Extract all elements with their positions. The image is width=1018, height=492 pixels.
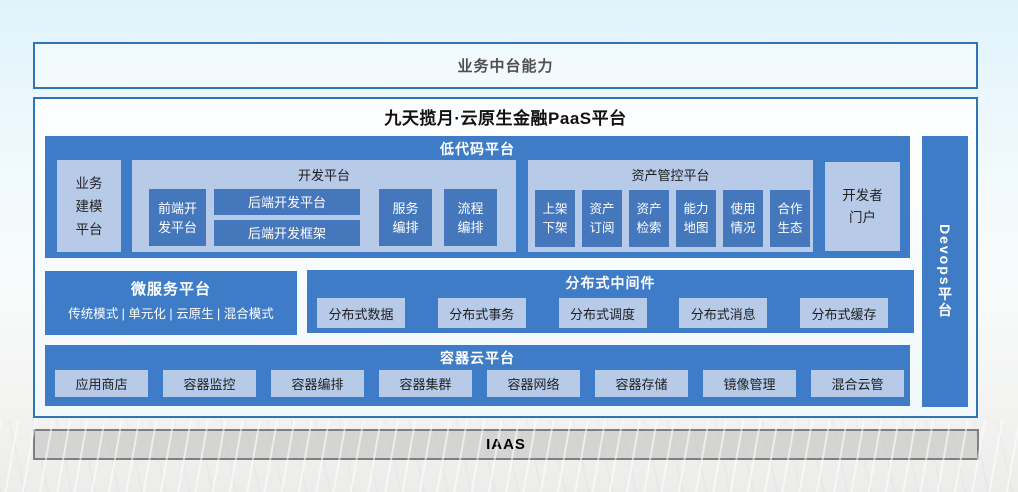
container-cloud-title: 容器云平台: [45, 345, 910, 368]
asset-item-ecosystem: 合作 生态: [770, 190, 810, 247]
iaas-label: IAAS: [486, 436, 526, 453]
asset-platform-group: 资产管控平台 上架 下架 资产 订阅 资产 检索 能力 地图 使用 情况 合作 …: [528, 160, 813, 252]
asset-item-row: 上架 下架 资产 订阅 资产 检索 能力 地图 使用 情况 合作 生态: [535, 190, 810, 247]
page-background: 业务中台能力 九天揽月·云原生金融PaaS平台 低代码平台 业务 建模 平台 开…: [0, 0, 1018, 492]
middleware-item-row: 分布式数据 分布式事务 分布式调度 分布式消息 分布式缓存: [317, 298, 888, 328]
asset-item-search: 资产 检索: [629, 190, 669, 247]
middleware-item-cache: 分布式缓存: [800, 298, 888, 328]
asset-item-subscribe: 资产 订阅: [582, 190, 622, 247]
container-item-row: 应用商店 容器监控 容器编排 容器集群 容器网络 容器存储 镜像管理 混合云管: [55, 370, 904, 397]
container-item-app-store: 应用商店: [55, 370, 148, 397]
container-item-image-mgmt: 镜像管理: [703, 370, 796, 397]
middleware-title: 分布式中间件: [307, 270, 914, 293]
section-middleware: 分布式中间件 分布式数据 分布式事务 分布式调度 分布式消息 分布式缓存: [307, 270, 914, 333]
business-capability-banner: 业务中台能力: [33, 42, 978, 89]
platform-title: 九天揽月·云原生金融PaaS平台: [35, 104, 976, 129]
microservice-title: 微服务平台: [45, 271, 297, 299]
dev-platform-group: 开发平台 前端开 发平台 后端开发平台 后端开发框架 服务 编排 流程 编排: [132, 160, 516, 252]
developer-portal-box: 开发者 门户: [825, 162, 900, 251]
container-item-storage: 容器存储: [595, 370, 688, 397]
middleware-item-transaction: 分布式事务: [438, 298, 526, 328]
asset-platform-label: 资产管控平台: [528, 160, 813, 184]
container-item-cluster: 容器集群: [379, 370, 472, 397]
container-item-hybrid-cloud: 混合云管: [811, 370, 904, 397]
asset-item-capability-map: 能力 地图: [676, 190, 716, 247]
dev-platform-label: 开发平台: [132, 160, 516, 184]
microservice-modes: 传统模式 | 单元化 | 云原生 | 混合模式: [45, 299, 297, 322]
devops-bar: Devops平台: [922, 136, 968, 407]
banner-label: 业务中台能力: [457, 55, 553, 76]
iaas-bar: IAAS: [33, 429, 979, 460]
section-lowcode: 低代码平台 业务 建模 平台 开发平台 前端开 发平台 后端开发平台 后端开发框…: [45, 136, 910, 258]
service-orchestration-box: 服务 编排: [379, 189, 432, 246]
middleware-item-message: 分布式消息: [679, 298, 767, 328]
backend-dev-framework-box: 后端开发框架: [214, 220, 360, 246]
container-item-monitoring: 容器监控: [163, 370, 256, 397]
paas-platform-panel: 九天揽月·云原生金融PaaS平台 低代码平台 业务 建模 平台 开发平台 前端开…: [33, 97, 978, 418]
business-modeling-box: 业务 建模 平台: [57, 160, 121, 252]
frontend-dev-box: 前端开 发平台: [149, 189, 206, 246]
container-item-network: 容器网络: [487, 370, 580, 397]
process-orchestration-box: 流程 编排: [444, 189, 497, 246]
asset-item-usage: 使用 情况: [723, 190, 763, 247]
backend-dev-platform-box: 后端开发平台: [214, 189, 360, 215]
section-container-cloud: 容器云平台 应用商店 容器监控 容器编排 容器集群 容器网络 容器存储 镜像管理…: [45, 345, 910, 406]
section-microservice: 微服务平台 传统模式 | 单元化 | 云原生 | 混合模式: [45, 271, 297, 335]
lowcode-title: 低代码平台: [45, 136, 910, 159]
middleware-item-scheduling: 分布式调度: [559, 298, 647, 328]
asset-item-onboard: 上架 下架: [535, 190, 575, 247]
middleware-item-data: 分布式数据: [317, 298, 405, 328]
container-item-orchestration: 容器编排: [271, 370, 364, 397]
